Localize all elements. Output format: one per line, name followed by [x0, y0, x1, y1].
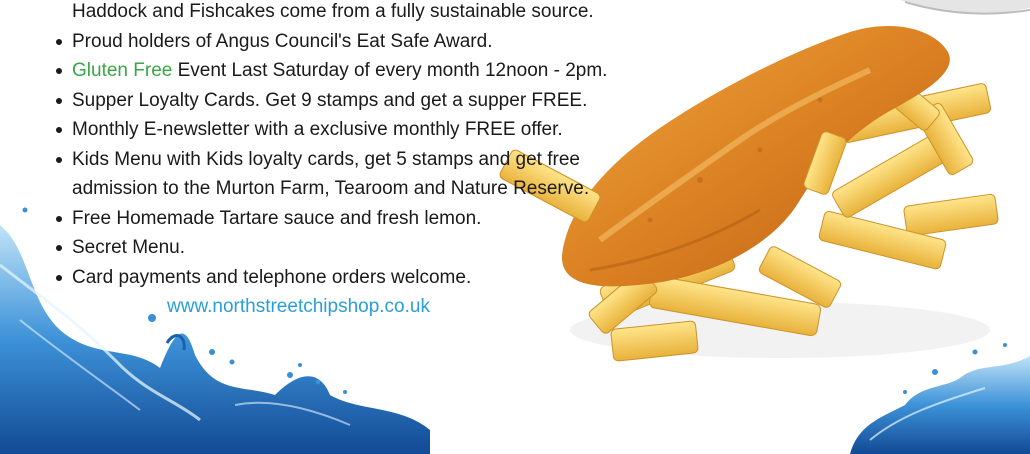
feature-list-item: Free Homemade Tartare sauce and fresh le…: [50, 204, 750, 234]
feature-list-item: Supper Loyalty Cards. Get 9 stamps and g…: [50, 86, 750, 116]
corner-arc: [900, 0, 1030, 15]
feature-list-item: Monthly E-newsletter with a exclusive mo…: [50, 115, 750, 145]
water-splash-right: [850, 343, 1030, 454]
feature-list-item: Proud holders of Angus Council's Eat Saf…: [50, 27, 750, 57]
feature-text: Event Last Saturday of every month 12noo…: [172, 60, 608, 81]
website-link[interactable]: www.northstreetchipshop.co.uk: [50, 292, 750, 322]
feature-list-item: Secret Menu.: [50, 233, 750, 263]
features-panel: Haddock and Fishcakes come from a fully …: [50, 0, 750, 322]
gluten-free-highlight: Gluten Free: [72, 60, 173, 81]
feature-list-item: Card payments and telephone orders welco…: [50, 263, 750, 293]
feature-list-item: Kids Menu with Kids loyalty cards, get 5…: [50, 145, 750, 175]
feature-list-item: Gluten Free Event Last Saturday of every…: [50, 56, 750, 86]
intro-line: Haddock and Fishcakes come from a fully …: [72, 1, 594, 22]
feature-continuation: admission to the Murton Farm, Tearoom an…: [72, 178, 590, 199]
